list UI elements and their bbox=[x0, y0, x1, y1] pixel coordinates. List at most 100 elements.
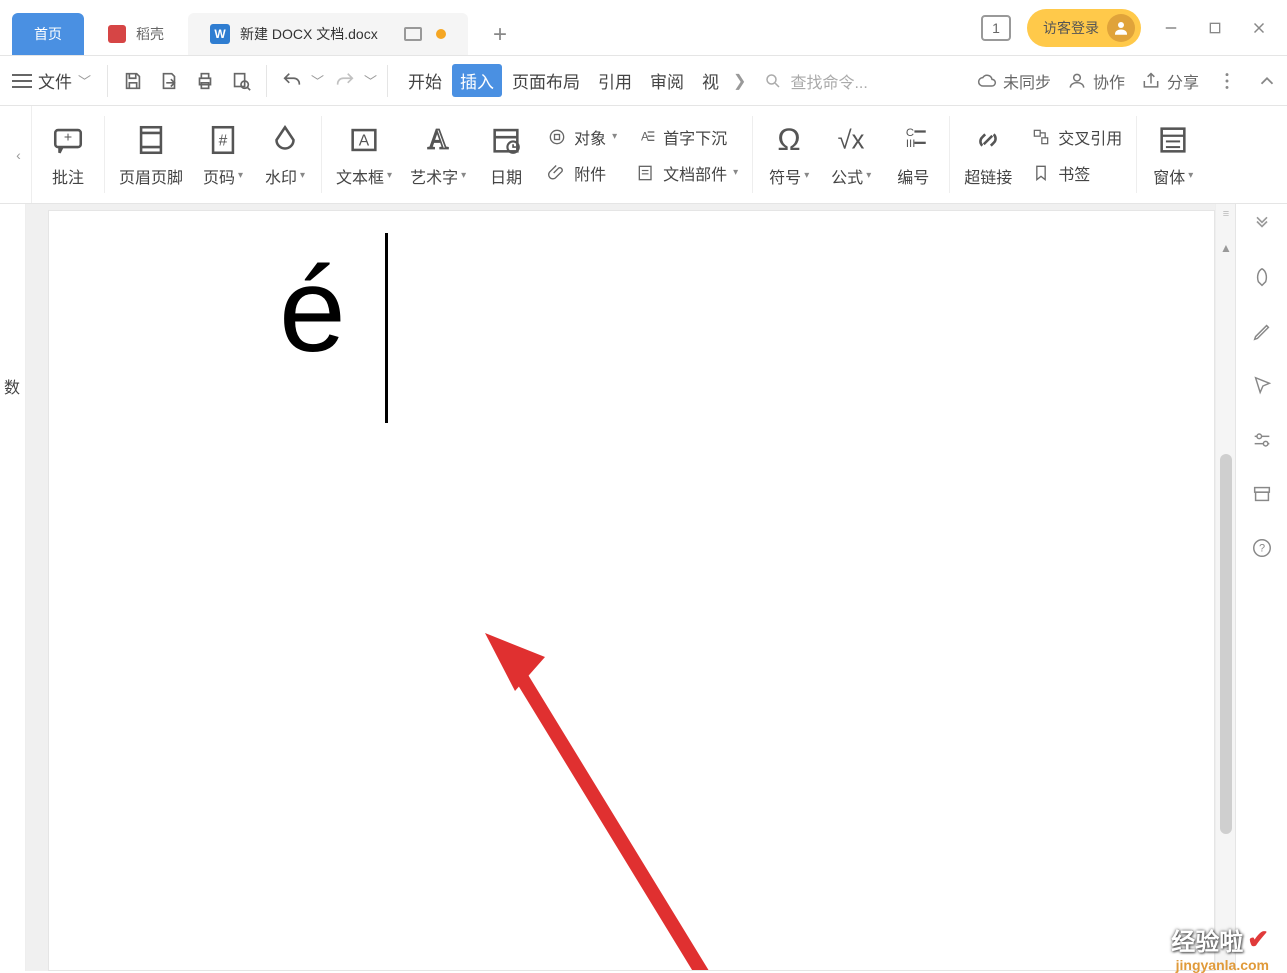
window-count-badge[interactable]: 1 bbox=[981, 15, 1011, 41]
watermark-button[interactable]: 水印▾ bbox=[257, 118, 313, 192]
object-button[interactable]: 对象▾ bbox=[542, 123, 621, 151]
right-sidebar: ? bbox=[1235, 204, 1287, 971]
ribbon-tab-view[interactable]: 视 bbox=[694, 64, 727, 97]
tab-doke[interactable]: 稻壳 bbox=[86, 13, 186, 55]
maximize-button[interactable] bbox=[1201, 14, 1229, 42]
form-window-button[interactable]: 窗体▾ bbox=[1145, 118, 1201, 192]
save-button[interactable] bbox=[116, 64, 150, 98]
divider bbox=[387, 65, 388, 97]
window-count-label: 1 bbox=[992, 20, 1000, 36]
titlebar-right: 1 访客登录 bbox=[981, 9, 1287, 47]
collapse-ribbon-button[interactable] bbox=[1255, 64, 1279, 98]
ribbon-tab-insert[interactable]: 插入 bbox=[452, 64, 502, 97]
hamburger-icon[interactable] bbox=[8, 67, 36, 95]
undo-dropdown[interactable]: ﹀ bbox=[309, 71, 326, 90]
undo-button[interactable] bbox=[275, 64, 309, 98]
dropcap-label: 首字下沉 bbox=[663, 125, 727, 149]
page-number-icon: # bbox=[205, 122, 241, 158]
cursor-select-icon[interactable] bbox=[1248, 372, 1276, 400]
scroll-thumb[interactable] bbox=[1220, 454, 1232, 834]
vertical-scrollbar[interactable]: ≡ ▲ bbox=[1215, 204, 1235, 971]
title-bar: 首页 稻壳 W 新建 DOCX 文档.docx + 1 访客登录 bbox=[0, 0, 1287, 56]
ribbon-tab-more[interactable]: ❯ bbox=[729, 69, 750, 93]
collab-label: 协作 bbox=[1093, 69, 1125, 93]
page-number-button[interactable]: # 页码▾ bbox=[195, 118, 251, 192]
menu-bar: 文件 ﹀ ﹀ ﹀ 开始 bbox=[0, 56, 1287, 106]
date-label: 日期 bbox=[490, 164, 522, 188]
hyperlink-button[interactable]: 超链接 bbox=[958, 118, 1018, 192]
tab-home[interactable]: 首页 bbox=[12, 13, 84, 55]
document-content: é bbox=[279, 241, 346, 379]
left-panel-edge[interactable]: 数 bbox=[0, 204, 26, 971]
more-menu-button[interactable] bbox=[1215, 64, 1239, 98]
docparts-icon bbox=[635, 162, 657, 184]
annotation-arrow bbox=[479, 627, 779, 971]
tab-doc-status bbox=[404, 27, 446, 41]
dropcap-icon: A bbox=[635, 126, 657, 148]
crossref-label: 交叉引用 bbox=[1058, 125, 1122, 149]
tab-document[interactable]: W 新建 DOCX 文档.docx bbox=[188, 13, 468, 55]
share-button[interactable]: 分享 bbox=[1141, 69, 1199, 93]
print-button[interactable] bbox=[188, 64, 222, 98]
sliders-icon[interactable] bbox=[1248, 426, 1276, 454]
textbox-icon: A bbox=[346, 122, 382, 158]
textbox-button[interactable]: A 文本框▾ bbox=[330, 118, 398, 192]
numbering-button[interactable]: CIII 编号 bbox=[885, 118, 941, 192]
docparts-button[interactable]: 文档部件▾ bbox=[631, 159, 742, 187]
redo-button[interactable] bbox=[328, 64, 362, 98]
wordart-button[interactable]: A 艺术字▾ bbox=[404, 118, 472, 192]
wordart-label: 艺术字 bbox=[410, 164, 458, 188]
help-icon[interactable]: ? bbox=[1248, 534, 1276, 562]
minimize-button[interactable] bbox=[1157, 14, 1185, 42]
numbering-label: 编号 bbox=[897, 164, 929, 188]
comment-button[interactable]: + 批注 bbox=[40, 118, 96, 192]
tab-strip: 首页 稻壳 W 新建 DOCX 文档.docx + bbox=[0, 0, 981, 55]
watermark-text: 经验啦 bbox=[1171, 922, 1243, 957]
print-preview-button[interactable] bbox=[224, 64, 258, 98]
collaboration-button[interactable]: 协作 bbox=[1067, 69, 1125, 93]
doke-icon bbox=[108, 25, 126, 43]
new-tab-button[interactable]: + bbox=[480, 15, 520, 55]
export-button[interactable] bbox=[152, 64, 186, 98]
paperclip-icon bbox=[546, 162, 568, 184]
svg-text:A: A bbox=[359, 132, 370, 149]
sync-status[interactable]: 未同步 bbox=[977, 69, 1051, 93]
header-footer-button[interactable]: 页眉页脚 bbox=[113, 118, 189, 192]
crossref-button[interactable]: 交叉引用 bbox=[1026, 123, 1126, 151]
symbol-button[interactable]: Ω 符号▾ bbox=[761, 118, 817, 192]
equation-button[interactable]: √x 公式▾ bbox=[823, 118, 879, 192]
ribbon-tab-start[interactable]: 开始 bbox=[400, 64, 450, 97]
date-button[interactable]: 日期 bbox=[478, 118, 534, 192]
svg-text:Ω: Ω bbox=[778, 123, 801, 157]
archive-icon[interactable] bbox=[1248, 480, 1276, 508]
ribbon-tab-layout[interactable]: 页面布局 bbox=[504, 64, 588, 97]
symbol-label: 符号 bbox=[769, 164, 801, 188]
watermark-logo: 经验啦 ✔ bbox=[1171, 922, 1269, 957]
rocket-icon[interactable] bbox=[1248, 264, 1276, 292]
document-page[interactable]: é bbox=[48, 210, 1215, 971]
comment-label: 批注 bbox=[52, 164, 84, 188]
bookmark-icon bbox=[1030, 162, 1052, 184]
guest-login-button[interactable]: 访客登录 bbox=[1027, 9, 1141, 47]
tab-document-label: 新建 DOCX 文档.docx bbox=[240, 24, 378, 44]
dropcap-button[interactable]: A 首字下沉 bbox=[631, 123, 742, 151]
scroll-split-handle[interactable]: ≡ bbox=[1220, 208, 1232, 228]
ribbon-tab-review[interactable]: 审阅 bbox=[642, 64, 692, 97]
scroll-up-button[interactable]: ▲ bbox=[1218, 240, 1234, 256]
file-menu[interactable]: 文件 ﹀ bbox=[38, 68, 91, 93]
sidebar-toggle-icon[interactable] bbox=[1248, 210, 1276, 238]
pencil-icon[interactable] bbox=[1248, 318, 1276, 346]
ribbon-tab-reference[interactable]: 引用 bbox=[590, 64, 640, 97]
ribbon-scroll-left[interactable]: ‹ bbox=[6, 106, 32, 203]
crossref-icon bbox=[1030, 126, 1052, 148]
command-search[interactable]: 查找命令... bbox=[764, 69, 904, 93]
presentation-mode-icon[interactable] bbox=[404, 27, 422, 41]
attachment-button[interactable]: 附件 bbox=[542, 159, 621, 187]
redo-dropdown[interactable]: ﹀ bbox=[362, 71, 379, 90]
avatar-icon bbox=[1107, 14, 1135, 42]
form-icon bbox=[1155, 122, 1191, 158]
share-icon bbox=[1141, 71, 1161, 91]
close-button[interactable] bbox=[1245, 14, 1273, 42]
bookmark-button[interactable]: 书签 bbox=[1026, 159, 1126, 187]
unsaved-dot-icon bbox=[436, 29, 446, 39]
